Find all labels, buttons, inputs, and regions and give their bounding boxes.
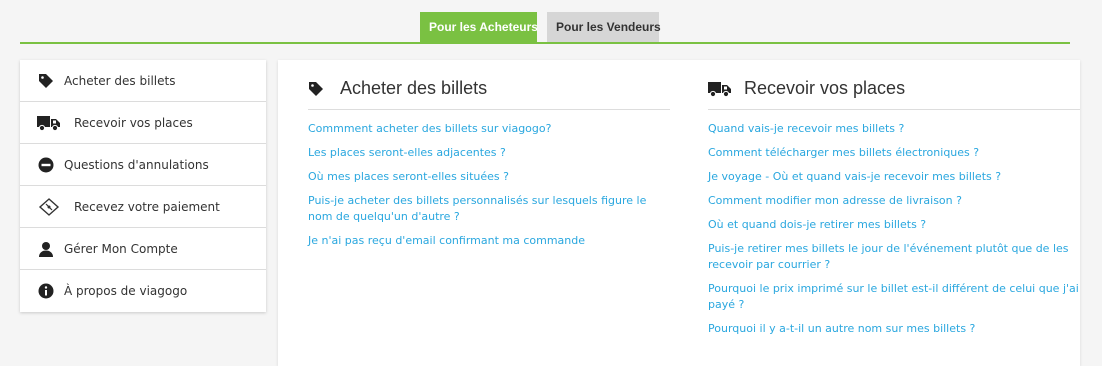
info-icon [36, 283, 56, 299]
tab-buyers[interactable]: Pour les Acheteurs [420, 12, 538, 42]
faq-link[interactable]: Comment modifier mon adresse de livraiso… [708, 193, 1080, 209]
sidebar-item-account[interactable]: Gérer Mon Compte [20, 228, 266, 270]
sidebar-item-label: Acheter des billets [64, 73, 176, 88]
faq-link[interactable]: Où mes places seront-elles situées ? [308, 169, 670, 185]
faq-link[interactable]: Quand vais-je recevoir mes billets ? [708, 121, 1080, 137]
user-icon [36, 241, 56, 257]
faq-link[interactable]: Puis-je acheter des billets personnalisé… [308, 193, 670, 225]
sidebar-item-receive-places[interactable]: Recevoir vos places [20, 102, 266, 144]
section-receive: Recevoir vos places Quand vais-je recevo… [708, 60, 1080, 345]
sidebar-item-about[interactable]: À propos de viagogo [20, 270, 266, 312]
faq-link-list: Quand vais-je recevoir mes billets ? Com… [708, 110, 1080, 337]
sidebar-item-label: À propos de viagogo [64, 284, 188, 298]
faq-panel: Acheter des billets Commment acheter des… [278, 60, 1080, 366]
sidebar-item-label: Recevoir vos places [74, 115, 193, 130]
faq-link[interactable]: Où et quand dois-je retirer mes billets … [708, 217, 1080, 233]
sidebar-item-buy-tickets[interactable]: Acheter des billets [20, 60, 266, 102]
faq-link[interactable]: Puis-je retirer mes billets le jour de l… [708, 241, 1080, 273]
faq-link[interactable]: Pourquoi il y a-t-il un autre nom sur me… [708, 321, 1080, 337]
tab-divider [20, 42, 1070, 44]
faq-link[interactable]: Je voyage - Où et quand vais-je recevoir… [708, 169, 1080, 185]
faq-link[interactable]: Comment télécharger mes billets électron… [708, 145, 1080, 161]
sidebar: Acheter des billets Recevoir vos places … [20, 60, 266, 312]
section-buy: Acheter des billets Commment acheter des… [308, 60, 670, 257]
ticket-icon [36, 197, 62, 216]
sidebar-item-label: Gérer Mon Compte [64, 241, 178, 256]
faq-link[interactable]: Je n'ai pas reçu d'email confirmant ma c… [308, 233, 670, 249]
faq-link[interactable]: Les places seront-elles adjacentes ? [308, 145, 670, 161]
section-title: Acheter des billets [340, 78, 488, 98]
tag-icon [308, 81, 330, 97]
faq-link-list: Commment acheter des billets sur viagogo… [308, 110, 670, 249]
truck-icon [708, 81, 734, 97]
tag-icon [36, 73, 56, 89]
section-header: Acheter des billets [308, 60, 670, 110]
sidebar-item-cancellations[interactable]: Questions d'annulations [20, 144, 266, 186]
tab-sellers[interactable]: Pour les Vendeurs [547, 12, 661, 42]
sidebar-item-payment[interactable]: Recevez votre paiement [20, 186, 266, 228]
truck-icon [36, 115, 62, 131]
faq-link[interactable]: Pourquoi le prix imprimé sur le billet e… [708, 281, 1080, 313]
minus-circle-icon [36, 157, 56, 173]
sidebar-item-label: Recevez votre paiement [74, 199, 220, 214]
section-header: Recevoir vos places [708, 60, 1080, 110]
faq-link[interactable]: Commment acheter des billets sur viagogo… [308, 121, 670, 137]
audience-tabs: Pour les Acheteurs Pour les Vendeurs [0, 12, 1102, 42]
sidebar-item-label: Questions d'annulations [64, 157, 209, 172]
section-title: Recevoir vos places [744, 78, 906, 98]
